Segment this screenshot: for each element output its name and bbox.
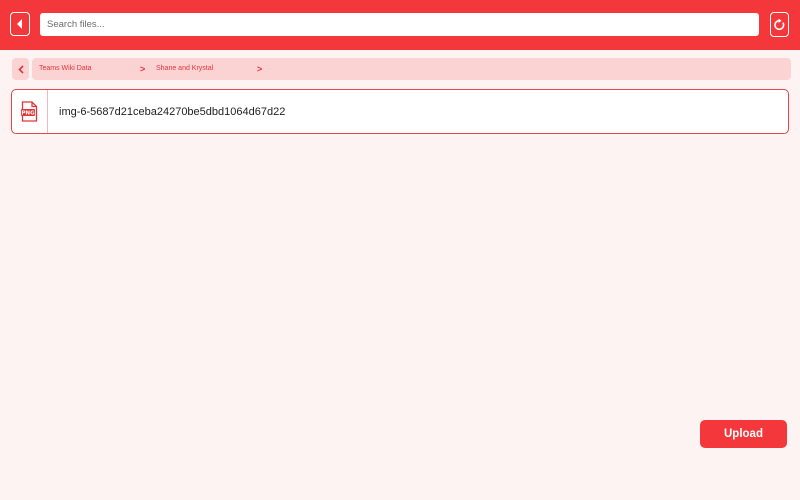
file-name: img-6-5687d21ceba24270be5dbd1064d67d22 (59, 106, 286, 118)
breadcrumb: Teams Wiki Data > Shane and Krystal > (32, 58, 791, 80)
breadcrumb-separator: > (140, 64, 146, 74)
back-arrow-icon (17, 19, 22, 29)
svg-text:PNG: PNG (21, 111, 35, 117)
breadcrumb-item-teams-wiki-data[interactable]: Teams Wiki Data (39, 58, 92, 80)
chevron-left-icon (17, 64, 24, 74)
top-bar (0, 0, 800, 50)
breadcrumb-separator: > (257, 64, 263, 74)
back-button[interactable] (10, 12, 30, 36)
breadcrumb-item-shane-and-krystal[interactable]: Shane and Krystal (156, 58, 213, 80)
search-input[interactable] (40, 13, 759, 36)
refresh-icon (774, 18, 785, 30)
refresh-button[interactable] (770, 12, 789, 37)
file-list-item[interactable]: PNG img-6-5687d21ceba24270be5dbd1064d67d… (11, 89, 789, 134)
png-file-icon: PNG (21, 101, 38, 122)
file-icon-cell: PNG (12, 90, 48, 133)
upload-button[interactable]: Upload (700, 420, 787, 448)
breadcrumb-back-button[interactable] (12, 58, 29, 80)
